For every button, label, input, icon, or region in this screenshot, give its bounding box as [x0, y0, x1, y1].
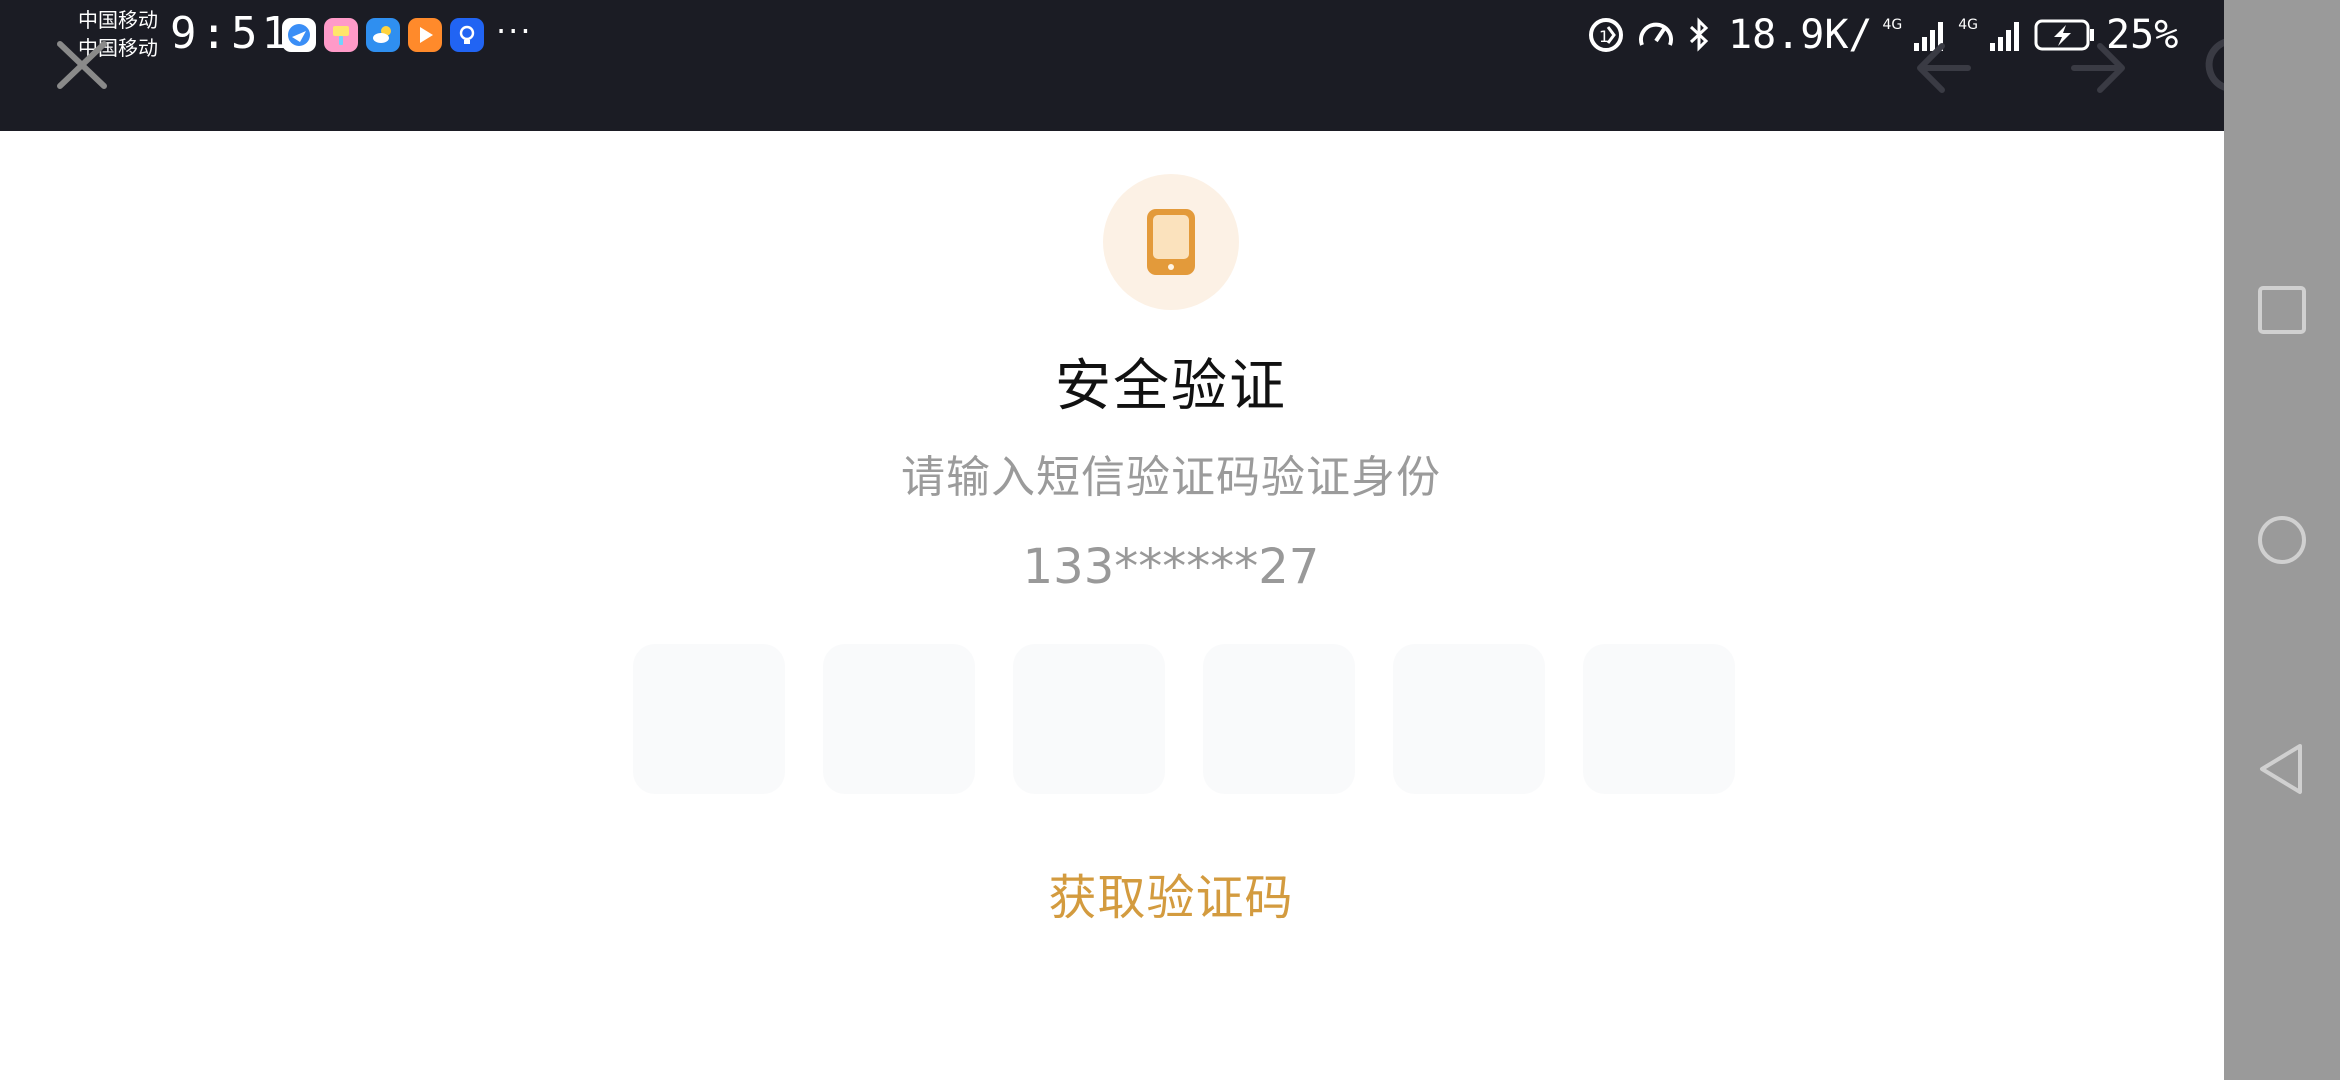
code-digit-input[interactable] — [1013, 644, 1165, 794]
masked-phone-number: 133******27 — [1022, 539, 1320, 595]
video-app-icon — [408, 18, 442, 52]
more-notifications: ··· — [496, 12, 533, 50]
code-digit-input[interactable] — [823, 644, 975, 794]
sms-code-inputs — [633, 644, 1735, 794]
network-speed: 18.9K/ — [1728, 12, 1873, 58]
recent-apps-button[interactable] — [2256, 284, 2308, 340]
theme-app-icon — [324, 18, 358, 52]
code-digit-input[interactable] — [1393, 644, 1545, 794]
phone-logo — [1103, 174, 1239, 310]
network-type-label: 4G — [1882, 17, 1903, 33]
close-button[interactable] — [52, 40, 112, 90]
signal-icon — [1990, 22, 2020, 51]
back-nav-button[interactable] — [2256, 742, 2308, 800]
back-nav-icon — [2260, 744, 2302, 794]
forward-button[interactable] — [2070, 36, 2130, 100]
get-code-button[interactable]: 获取验证码 — [1048, 870, 1293, 926]
phone-icon — [1147, 209, 1195, 275]
code-digit-input[interactable] — [1583, 644, 1735, 794]
nfc-icon: 1 — [1589, 18, 1623, 52]
arrow-left-icon — [1917, 43, 1971, 93]
code-digit-input[interactable] — [633, 644, 785, 794]
speedometer-icon — [1639, 22, 1673, 46]
recent-apps-icon — [2258, 286, 2306, 334]
close-icon — [57, 41, 107, 89]
back-button[interactable] — [1912, 36, 1972, 100]
notification-app-icons — [282, 18, 484, 52]
top-toolbar: 中国移动 中国移动 9:51 ··· 1 18.9K/ 4G 4G 25% — [0, 0, 2260, 131]
status-time: 9:51 — [170, 8, 292, 59]
code-digit-input[interactable] — [1203, 644, 1355, 794]
instruction-text: 请输入短信验证码验证身份 — [901, 452, 1441, 503]
bluetooth-icon — [1689, 17, 1709, 52]
get-code-row: 获取验证码 — [0, 858, 2340, 928]
network-type-label: 4G — [1958, 17, 1979, 33]
carrier-label: 中国移动 — [78, 8, 158, 32]
lightbulb-app-icon — [450, 18, 484, 52]
browser-app-icon — [282, 18, 316, 52]
weather-app-icon — [366, 18, 400, 52]
page-title: 安全验证 — [1055, 354, 1287, 419]
svg-text:1: 1 — [1599, 27, 1609, 46]
arrow-right-icon — [2071, 43, 2125, 93]
